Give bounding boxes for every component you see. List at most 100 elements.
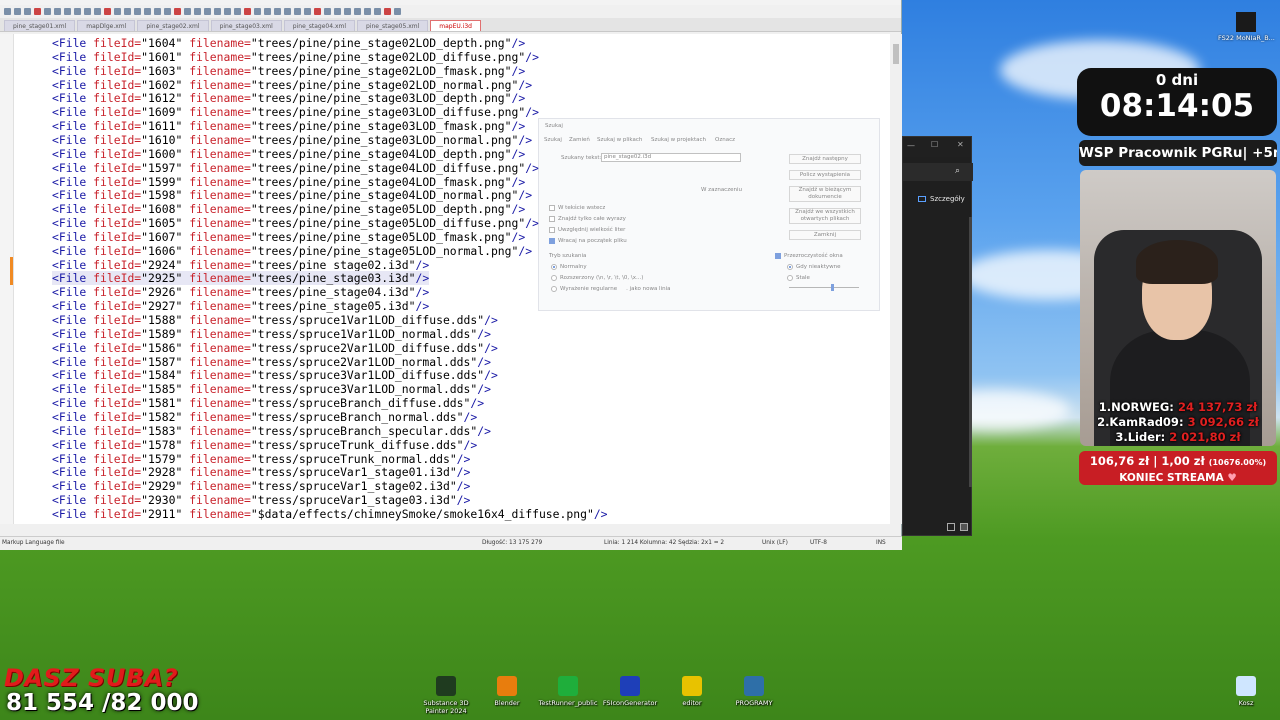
close-icon[interactable]: ✕ <box>957 140 964 149</box>
toolbar-icon[interactable] <box>144 8 151 15</box>
code-line[interactable]: <File fileId="1601" filename="trees/pine… <box>52 50 539 64</box>
desktop-shortcut[interactable]: TestRunner_public <box>538 676 598 707</box>
find-in-all-open-button[interactable]: Znajdź we wszystkich otwartych plikach <box>789 208 861 224</box>
toolbar-icon[interactable] <box>294 8 301 15</box>
tab-find-in-files[interactable]: Szukaj w plikach <box>597 137 642 143</box>
code-line[interactable]: <File fileId="1600" filename="trees/pine… <box>52 147 525 161</box>
radio[interactable] <box>787 275 793 281</box>
checkbox[interactable] <box>549 227 555 233</box>
desktop-shortcut[interactable]: Substance 3D Painter 2024 <box>416 676 476 715</box>
tab-find[interactable]: Szukaj <box>544 137 562 143</box>
editor-tab[interactable]: pine_stage01.xml <box>4 20 76 31</box>
code-line[interactable]: <File fileId="2926" filename="trees/pine… <box>52 285 429 299</box>
radio[interactable] <box>551 286 557 292</box>
toolbar-icon[interactable] <box>154 8 161 15</box>
vertical-scrollbar[interactable] <box>890 34 902 524</box>
code-line[interactable]: <File fileId="1599" filename="trees/pine… <box>52 175 525 189</box>
code-line[interactable]: <File fileId="1612" filename="trees/pine… <box>52 91 525 105</box>
toolbar-icon[interactable] <box>314 8 321 15</box>
toolbar-icon[interactable] <box>204 8 211 15</box>
toolbar-icon[interactable] <box>64 8 71 15</box>
scroll-thumb[interactable] <box>893 44 899 64</box>
toolbar-icon[interactable] <box>344 8 351 15</box>
toolbar-icon[interactable] <box>274 8 281 15</box>
editor-tab[interactable]: mapDlge.xml <box>77 20 136 31</box>
desktop-shortcut[interactable]: editor <box>662 676 722 707</box>
option-backward[interactable]: W tekście wstecz <box>549 205 605 211</box>
code-line[interactable]: <File fileId="2925" filename="trees/pine… <box>52 271 430 286</box>
count-button[interactable]: Policz wystąpienia <box>789 170 861 180</box>
radio-checked[interactable] <box>551 264 557 270</box>
code-line[interactable]: <File fileId="2930" filename="tress/spru… <box>52 493 470 507</box>
code-line[interactable]: <File fileId="1609" filename="trees/pine… <box>52 105 539 119</box>
search-icon[interactable]: ⌕ <box>955 166 960 176</box>
toolbar-icon[interactable] <box>164 8 171 15</box>
toolbar-icon[interactable] <box>354 8 361 15</box>
search-input[interactable]: pine_stage02.i3d <box>601 153 741 162</box>
view-details-icon[interactable] <box>947 523 955 531</box>
code-line[interactable]: <File fileId="1604" filename="trees/pine… <box>52 36 525 50</box>
toolbar-icon[interactable] <box>94 8 101 15</box>
toolbar-icon[interactable] <box>184 8 191 15</box>
checkbox-checked[interactable] <box>775 253 781 259</box>
toolbar-icon[interactable] <box>134 8 141 15</box>
checkbox[interactable] <box>549 216 555 222</box>
toolbar-icon[interactable] <box>114 8 121 15</box>
toolbar-icon[interactable] <box>284 8 291 15</box>
checkbox[interactable] <box>549 205 555 211</box>
code-line[interactable]: <File fileId="1579" filename="tress/spru… <box>52 452 470 466</box>
option-whole-words[interactable]: Znajdź tylko całe wyrazy <box>549 216 626 222</box>
code-line[interactable]: <File fileId="2929" filename="tress/spru… <box>52 479 470 493</box>
option-match-case[interactable]: Uwzględnij wielkość liter <box>549 227 625 233</box>
code-line[interactable]: <File fileId="1610" filename="trees/pine… <box>52 133 532 147</box>
code-line[interactable]: <File fileId="1611" filename="trees/pine… <box>52 119 525 133</box>
horizontal-scrollbar[interactable] <box>0 524 890 536</box>
minimize-icon[interactable]: — <box>907 141 915 150</box>
explorer-search[interactable]: ⌕ <box>903 163 973 181</box>
maximize-icon[interactable]: ☐ <box>931 140 938 149</box>
toolbar-icon[interactable] <box>394 8 401 15</box>
code-line[interactable]: <File fileId="2927" filename="trees/pine… <box>52 299 429 313</box>
code-line[interactable]: <File fileId="1583" filename="tress/spru… <box>52 424 491 438</box>
transparency-inactive[interactable]: Gdy nieaktywne <box>787 264 841 270</box>
toolbar-icon[interactable] <box>214 8 221 15</box>
desktop-shortcut[interactable]: PROGRAMY <box>724 676 784 707</box>
code-line[interactable]: <File fileId="1586" filename="tress/spru… <box>52 341 498 355</box>
checkbox-checked[interactable] <box>549 238 555 244</box>
tab-find-in-projects[interactable]: Szukaj w projektach <box>651 137 706 143</box>
dot-newline-option[interactable]: . jako nowa linia <box>626 286 670 292</box>
toolbar-icon[interactable] <box>104 8 111 15</box>
toolbar-icon[interactable] <box>4 8 11 15</box>
transparency-toggle[interactable]: Przezroczystość okna <box>775 253 843 259</box>
code-line[interactable]: <File fileId="1588" filename="tress/spru… <box>52 313 498 327</box>
toolbar-icon[interactable] <box>304 8 311 15</box>
code-line[interactable]: <File fileId="1597" filename="trees/pine… <box>52 161 539 175</box>
toolbar-icon[interactable] <box>254 8 261 15</box>
toolbar-icon[interactable] <box>224 8 231 15</box>
code-line[interactable]: <File fileId="2928" filename="tress/spru… <box>52 465 470 479</box>
toolbar-icon[interactable] <box>374 8 381 15</box>
toolbar-icon[interactable] <box>124 8 131 15</box>
find-next-button[interactable]: Znajdź następny <box>789 154 861 164</box>
code-line[interactable]: <File fileId="1602" filename="trees/pine… <box>52 78 532 92</box>
desktop-shortcut[interactable]: Blender <box>477 676 537 707</box>
toolbar-icon[interactable] <box>264 8 271 15</box>
close-button[interactable]: Zamknij <box>789 230 861 240</box>
find-in-current-button[interactable]: Znajdź w bieżącym dokumencie <box>789 186 861 202</box>
code-line[interactable]: <File fileId="1608" filename="trees/pine… <box>52 202 525 216</box>
code-line[interactable]: <File fileId="1589" filename="tress/spru… <box>52 327 491 341</box>
transparency-slider[interactable] <box>789 287 859 288</box>
toolbar-icon[interactable] <box>194 8 201 15</box>
explorer-scrollbar[interactable] <box>969 217 972 487</box>
transparency-always[interactable]: Stale <box>787 275 810 281</box>
code-line[interactable]: <File fileId="2911" filename="$data/effe… <box>52 507 608 521</box>
mode-extended[interactable]: Rozszerzony (\n, \r, \t, \0, \x...) <box>551 275 643 281</box>
code-line[interactable]: <File fileId="1584" filename="tress/spru… <box>52 368 498 382</box>
code-line[interactable]: <File fileId="1607" filename="trees/pine… <box>52 230 525 244</box>
slider-thumb[interactable] <box>831 284 834 291</box>
code-line[interactable]: <File fileId="2924" filename="trees/pine… <box>52 258 429 272</box>
editor-tab[interactable]: pine_stage03.xml <box>210 20 282 31</box>
radio[interactable] <box>551 275 557 281</box>
in-selection-checkbox[interactable]: W zaznaczeniu <box>701 187 742 193</box>
toolbar-icon[interactable] <box>384 8 391 15</box>
